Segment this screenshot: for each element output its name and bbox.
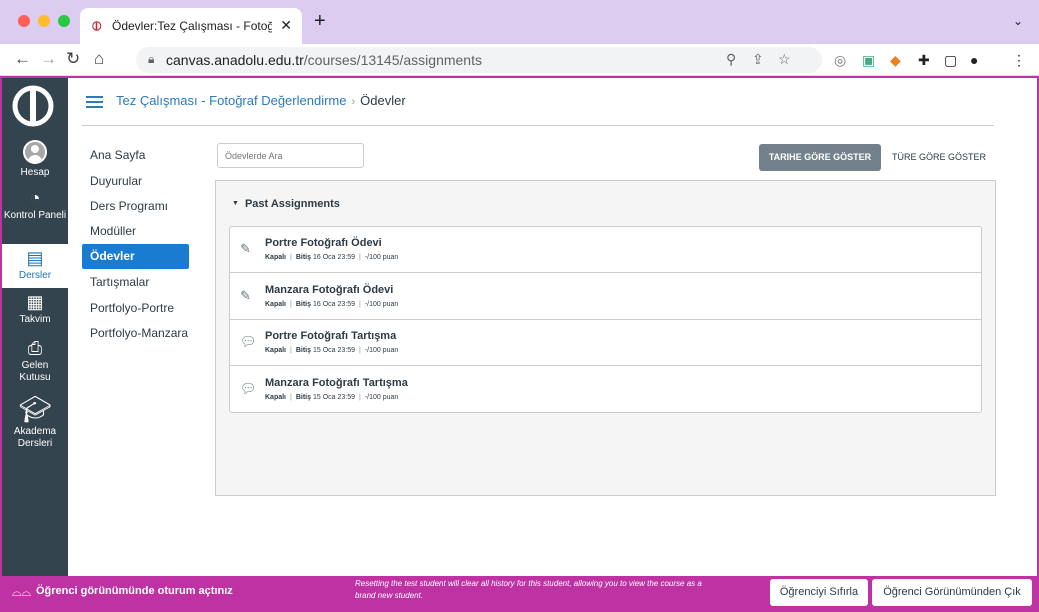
assignment-list: ✎ Portre Fotoğrafı Ödevi Kapalı | Bitiş 16…: [229, 226, 982, 413]
course-nav-modules[interactable]: Modüller: [82, 219, 189, 244]
leave-student-view-button[interactable]: Öğrenci Görünümünden Çık: [872, 579, 1032, 606]
assignment-title-link[interactable]: Portre Fotoğrafı Tartışma: [265, 330, 396, 342]
student-view-message: Resetting the test student will clear al…: [355, 579, 702, 600]
maximize-window-button[interactable]: [58, 15, 70, 27]
close-window-button[interactable]: [18, 15, 30, 27]
assignment-row[interactable]: ✎ Manzara Fotoğrafı Ödevi Kapalı | Bitiş 1…: [230, 274, 981, 320]
assignment-title-link[interactable]: Manzara Fotoğrafı Tartışma: [265, 377, 408, 389]
search-assignments-input[interactable]: [217, 143, 364, 168]
course-nav-syllabus[interactable]: Ders Programı: [82, 194, 189, 219]
forward-icon[interactable]: →: [40, 49, 57, 69]
favicon-icon: ⦶: [92, 18, 102, 33]
global-nav-label: Gelen Kutusu: [19, 360, 51, 383]
show-by-type-button[interactable]: TÜRE GÖRE GÖSTER: [884, 144, 994, 171]
discussion-icon: 💬︎: [240, 334, 257, 349]
course-nav-portfolio-portrait[interactable]: Portfolyo-Portre: [82, 296, 189, 321]
show-by-date-button[interactable]: TARIHE GÖRE GÖSTER: [759, 144, 881, 171]
assignment-meta: Kapalı | Bitiş 16 Oca 23:59 | -/100 puan: [265, 254, 399, 261]
reset-student-button[interactable]: Öğrenciyi Sıfırla: [770, 579, 868, 606]
global-nav-label: Takvim: [19, 314, 51, 325]
puzzle-icon[interactable]: ✚: [918, 52, 930, 68]
global-nav-label: Akadema Dersleri: [13, 426, 57, 449]
breadcrumb-current: Ödevler: [360, 93, 406, 108]
assignment-meta: Kapalı | Bitiş 15 Oca 23:59 | -/100 puan: [265, 347, 399, 354]
extension-icon[interactable]: ▣: [862, 52, 875, 68]
course-nav-portfolio-landscape[interactable]: Portfolyo-Manzara: [82, 321, 189, 346]
browser-tab[interactable]: ⦶ Ödevler:Tez Çalışması - Fotoğr ✕: [80, 8, 302, 44]
user-avatar-icon: [23, 140, 47, 164]
tab-title: Ödevler:Tez Çalışması - Fotoğr: [112, 19, 272, 33]
assignment-title-link[interactable]: Manzara Fotoğrafı Ödevi: [265, 284, 393, 296]
global-nav-label: Dersler: [18, 270, 52, 281]
profile-avatar-icon[interactable]: ●: [970, 52, 978, 68]
minimize-window-button[interactable]: [38, 15, 50, 27]
reload-icon[interactable]: ↻: [66, 49, 80, 69]
inbox-icon: ⎙: [27, 338, 43, 358]
zoom-icon[interactable]: ⚲: [726, 51, 736, 68]
address-bar[interactable]: 🔒︎ canvas.anadolu.edu.tr/courses/13145/a…: [136, 47, 822, 73]
assignment-row[interactable]: ✎ Portre Fotoğrafı Ödevi Kapalı | Bitiş 16…: [230, 227, 981, 273]
course-menu-toggle-icon[interactable]: [86, 96, 103, 108]
global-nav-dashboard[interactable]: ◔ Kontrol Paneli: [2, 184, 68, 222]
global-nav-akadema[interactable]: 🎓︎ Akadema Dersleri: [2, 394, 68, 450]
global-nav-inbox[interactable]: ⎙ Gelen Kutusu: [2, 338, 68, 384]
url-text: canvas.anadolu.edu.tr/courses/13145/assi…: [166, 52, 482, 68]
breadcrumb-course-link[interactable]: Tez Çalışması - Fotoğraf Değerlendirme: [116, 93, 346, 108]
divider: [82, 125, 994, 126]
assignment-meta: Kapalı | Bitiş 16 Oca 23:59 | -/100 puan: [265, 301, 399, 308]
course-nav-home[interactable]: Ana Sayfa: [82, 143, 189, 168]
global-nav-calendar[interactable]: ▦ Takvim: [2, 292, 68, 326]
anadolu-logo-icon[interactable]: [11, 84, 55, 128]
assignment-icon: ✎: [240, 288, 251, 303]
share-icon[interactable]: ⇪: [752, 51, 764, 68]
breadcrumb-separator: ›: [351, 96, 356, 108]
glasses-icon: ⌓⌓: [12, 585, 31, 599]
assignment-title-link[interactable]: Portre Fotoğrafı Ödevi: [265, 237, 382, 249]
breadcrumb: Tez Çalışması - Fotoğraf Değerlendirme › Ö…: [116, 93, 406, 108]
course-nav-announcements[interactable]: Duyurular: [82, 169, 189, 194]
course-nav-assignments[interactable]: Ödevler: [82, 244, 189, 269]
dashboard-icon: ◔: [29, 188, 41, 208]
extension-icon[interactable]: ◎: [834, 52, 846, 68]
assignment-row[interactable]: 💬︎ Portre Fotoğrafı Tartışma Kapalı | Biti…: [230, 320, 981, 366]
global-nav-label: Hesap: [20, 167, 50, 178]
home-icon[interactable]: ⌂: [94, 49, 104, 69]
global-nav-courses[interactable]: ▤ Dersler: [2, 244, 68, 288]
metamask-icon[interactable]: ◆: [890, 52, 901, 68]
assignment-row[interactable]: 💬︎ Manzara Fotoğrafı Tartışma Kapalı | Bit…: [230, 367, 981, 413]
back-icon[interactable]: ←: [14, 49, 31, 69]
close-tab-icon[interactable]: ✕: [280, 17, 292, 34]
lock-icon: 🔒︎: [148, 52, 155, 66]
browser-menu-icon[interactable]: ⋮: [1012, 52, 1026, 68]
bookmark-star-icon[interactable]: ☆: [778, 51, 791, 68]
student-view-bar: ⌓⌓ Öğrenci görünümünde oturum açtınız Re…: [2, 576, 1037, 610]
global-nav-account[interactable]: Hesap: [2, 140, 68, 179]
new-tab-icon[interactable]: +: [314, 11, 326, 31]
side-panel-icon[interactable]: ▢: [944, 52, 957, 68]
course-nav-discussions[interactable]: Tartışmalar: [82, 270, 189, 295]
graduation-cap-icon: 🎓︎: [18, 394, 52, 424]
browser-toolbar: ← → ↻ ⌂ 🔒︎ canvas.anadolu.edu.tr/courses…: [0, 44, 1039, 76]
discussion-icon: 💬︎: [240, 381, 257, 396]
assignment-group-toggle[interactable]: ▼ Past Assignments: [232, 198, 340, 210]
courses-icon: ▤: [26, 248, 44, 268]
caret-down-icon: ▼: [232, 200, 239, 207]
assignment-group-title: Past Assignments: [244, 198, 340, 210]
assignment-icon: ✎: [240, 241, 251, 256]
chevron-down-icon[interactable]: ⌄: [1013, 14, 1023, 28]
global-nav-label: Kontrol Paneli: [3, 210, 67, 221]
calendar-icon: ▦: [26, 292, 44, 312]
browser-titlebar: ⦶ Ödevler:Tez Çalışması - Fotoğr ✕ + ⌄: [0, 0, 1039, 44]
assignment-meta: Kapalı | Bitiş 15 Oca 23:59 | -/100 puan: [265, 394, 399, 401]
global-nav: Hesap ◔ Kontrol Paneli ▤ Dersler ▦ Takvi…: [2, 78, 68, 576]
student-view-label: Öğrenci görünümünde oturum açtınız: [36, 585, 233, 597]
